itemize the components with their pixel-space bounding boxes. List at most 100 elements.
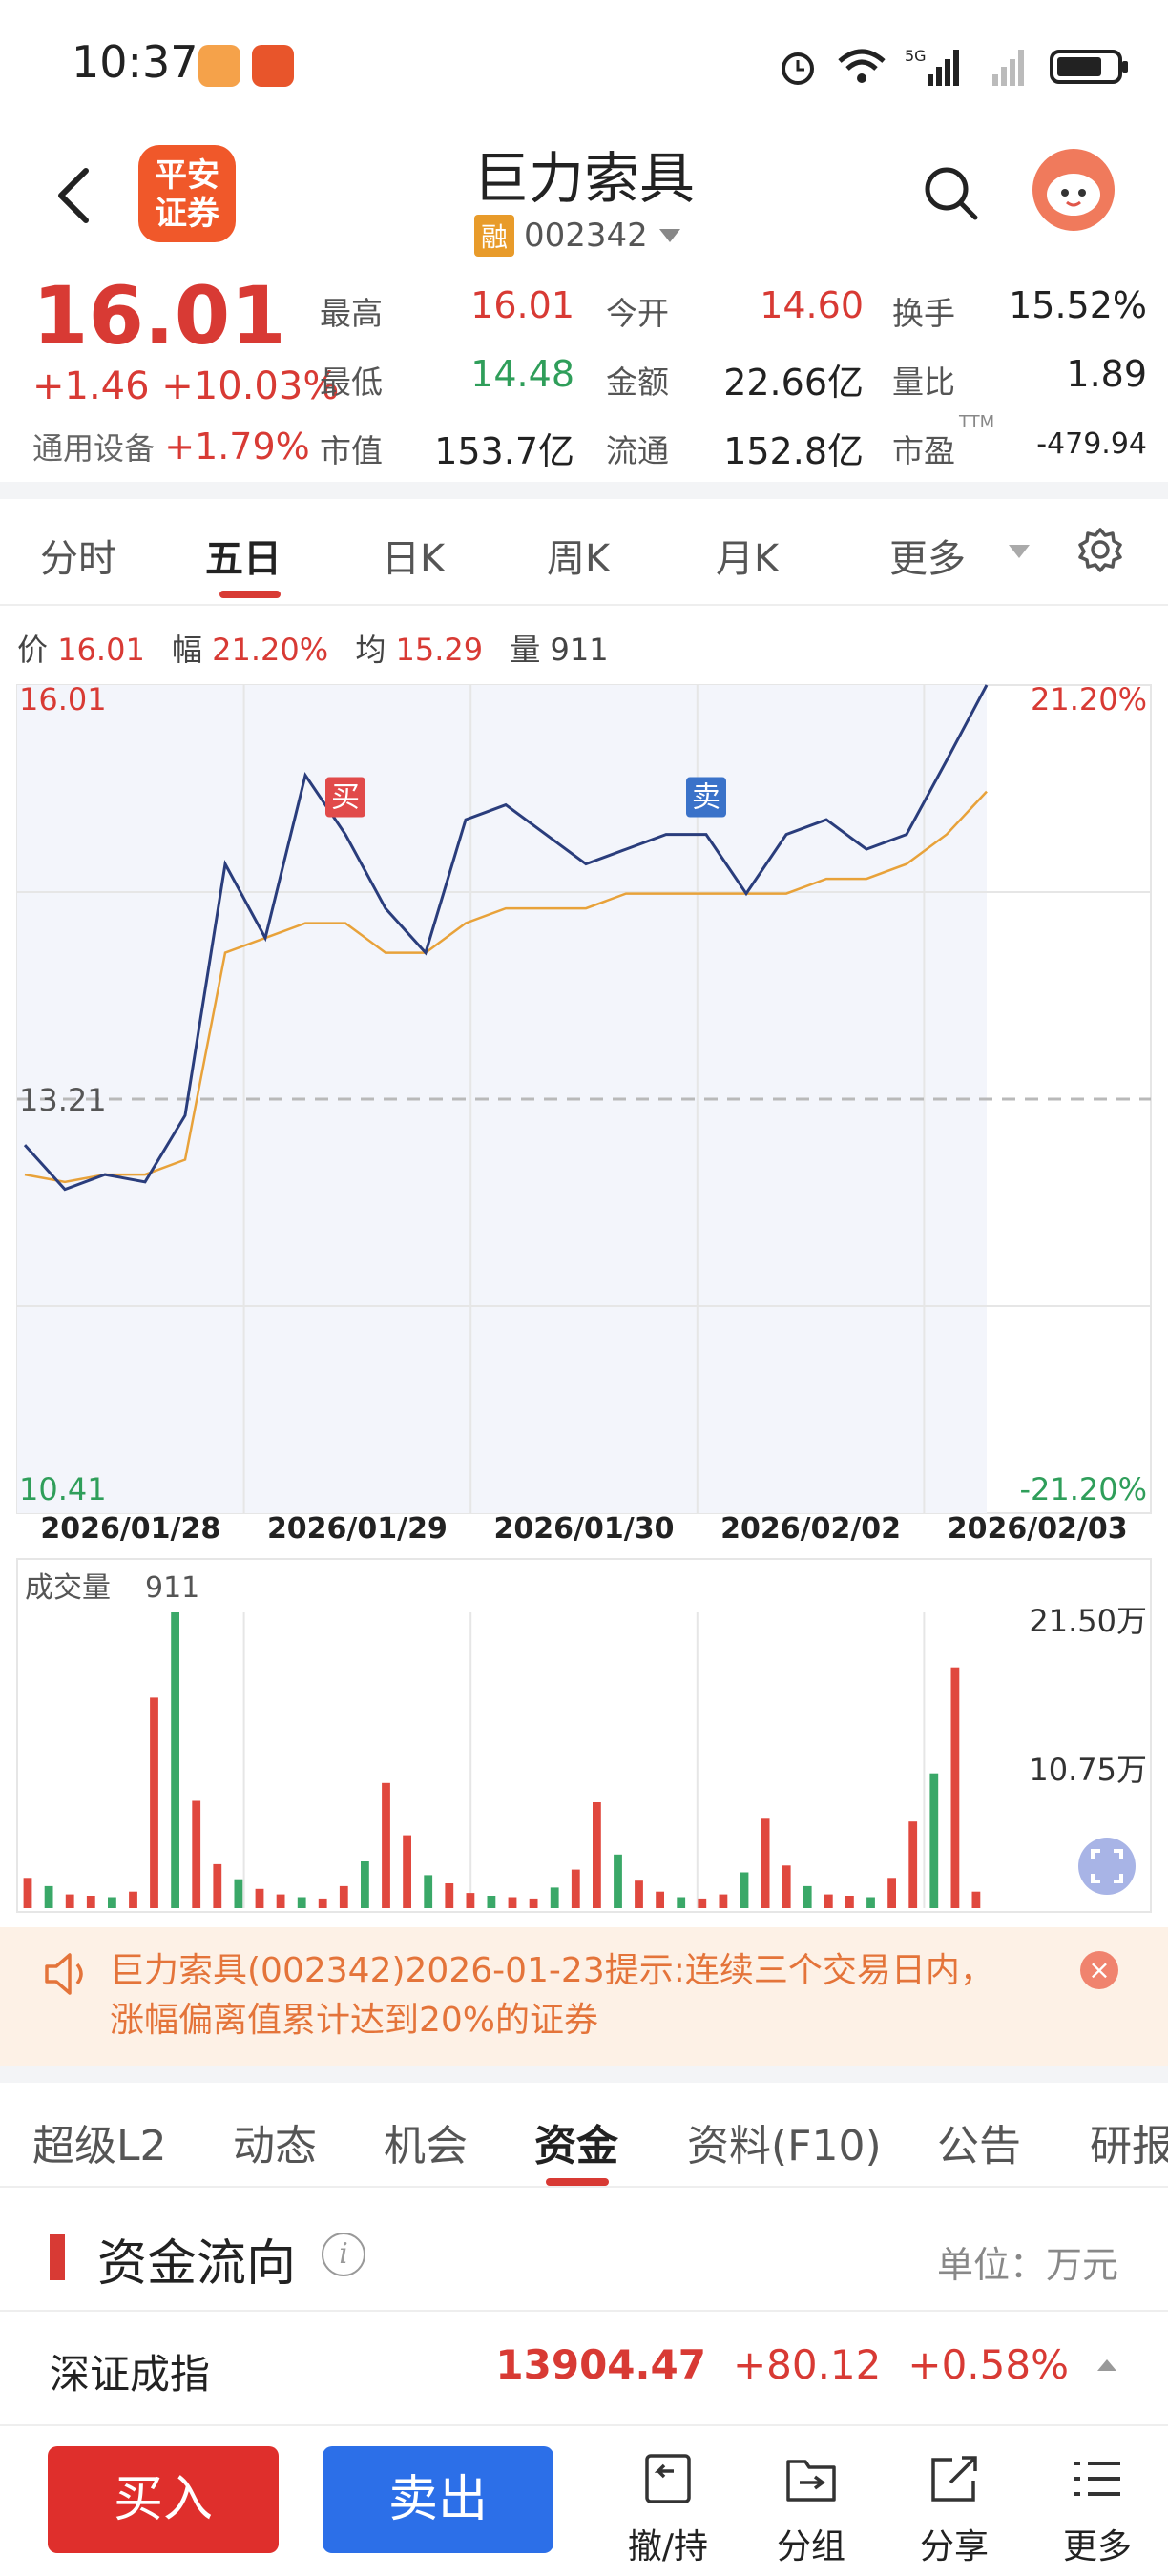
y-right-tick-top: 21.20% [1031,681,1147,717]
caret-down-icon [658,229,680,242]
tab-intraday[interactable]: 分时 [40,528,116,583]
volume-bar [740,1872,749,1908]
cancel-hold-button[interactable]: 撤/持 [611,2448,725,2568]
volume-bar [593,1802,601,1908]
buy-marker[interactable]: 买 [325,777,365,818]
stock-code: 002342 [524,217,648,255]
volume-bar [719,1894,728,1908]
assistant-face-icon [1047,174,1100,216]
x-tick-label: 2026/02/03 [948,1512,1128,1546]
chart-info-line: 价 16.01 幅 21.20% 均 15.29 量 911 [17,626,609,670]
volume-bar [297,1897,306,1908]
signal-icon [992,50,1024,86]
volume-bar [971,1891,981,1908]
cancel-hold-icon [645,2454,691,2503]
share-button[interactable]: 分享 [897,2448,1012,2568]
x-axis-ticks: 2026/01/28 2026/01/29 2026/01/30 2026/02/02… [40,1512,1127,1546]
search-icon[interactable] [922,164,979,221]
volume-label: 成交量 [25,1571,111,1605]
volume-bar [150,1697,158,1908]
svg-text:买: 买 [331,781,360,815]
volume-bar [550,1887,559,1908]
tab-weekly-k[interactable]: 周K [547,528,610,583]
info-icon[interactable]: i [322,2233,365,2276]
close-alert-button[interactable]: × [1080,1951,1118,1989]
quote-label: 市值 [320,432,383,469]
bottom-item-label: 分组 [776,2527,845,2566]
quote-label: 市盈 [892,432,955,469]
battery-icon [1050,50,1128,84]
active-tab-indicator [219,591,281,598]
volume-bar [213,1863,222,1908]
quote-label: 最高 [320,295,383,332]
volume-bar [403,1835,411,1908]
volume-bar [318,1898,327,1908]
status-icons: 5G [777,43,1130,91]
volume-bar [698,1898,707,1908]
quote-label: 流通 [606,432,669,469]
volume-frame [16,1558,1152,1913]
tab-capital[interactable]: 资金 [534,2111,618,2172]
section-divider [0,2066,1168,2083]
volume-bar [192,1800,201,1908]
tab-news-feed[interactable]: 动态 [233,2111,317,2172]
tab-five-day[interactable]: 五日 [205,528,282,583]
buy-button[interactable]: 买入 [48,2446,279,2553]
stock-name: 巨力索具 [472,146,695,211]
quote-value: 14.60 [760,284,864,326]
stock-code-selector[interactable]: 融 002342 [474,215,682,257]
sector-row[interactable]: 通用设备 +1.79% [32,425,310,468]
section-divider [0,482,1168,499]
fullscreen-button[interactable] [1078,1838,1136,1895]
tab-announcements[interactable]: 公告 [937,2111,1021,2172]
volume-bar [276,1894,285,1908]
volume-bar [887,1878,896,1908]
tab-research[interactable]: 研报 [1090,2111,1168,2172]
svg-text:5G: 5G [905,47,927,65]
quote-value: 22.66亿 [723,362,864,404]
tab-more[interactable]: 更多 [889,528,966,583]
volume-bar [950,1667,960,1908]
x-tick-label: 2026/02/02 [720,1512,901,1546]
tab-opportunity[interactable]: 机会 [384,2111,468,2172]
volume-bar [44,1885,53,1908]
bottom-item-label: 撤/持 [627,2527,709,2566]
volume-bar [761,1818,770,1908]
margin-badge: 融 [474,215,515,257]
volume-bar [571,1869,580,1908]
x-tick-label: 2026/01/28 [40,1512,220,1546]
volume-bar [86,1896,95,1908]
sell-marker[interactable]: 卖 [686,777,726,818]
signal-5g-icon: 5G [905,47,959,86]
section-accent-bar [50,2234,65,2280]
index-change: +80.12 [732,2341,882,2388]
price-change: +1.46 +10.03% [32,364,340,408]
info-price: 16.01 [57,632,145,668]
quote-value: 15.52% [1009,284,1147,326]
volume-bar [255,1888,264,1908]
more-list-icon [1074,2462,1120,2496]
five-day-price-chart[interactable]: 16.01 13.21 10.41 21.20% -21.20% 买 卖 202… [0,668,1168,1546]
volume-value: 911 [145,1571,199,1605]
group-button[interactable]: 分组 [754,2448,868,2568]
current-price: 16.01 [32,269,286,363]
index-name: 深证成指 [50,2351,211,2398]
fund-flow-title: 资金流向 [97,2235,297,2293]
tab-daily-k[interactable]: 日K [382,528,445,583]
sell-button[interactable]: 卖出 [323,2446,553,2553]
assistant-avatar[interactable] [1032,149,1115,231]
tab-f10[interactable]: 资料(F10) [687,2111,882,2172]
y-tick-top: 16.01 [19,681,107,717]
fund-flow-unit: 单位：万元 [936,2244,1118,2286]
tab-super-l2[interactable]: 超级L2 [32,2111,167,2172]
volume-bar [782,1865,791,1908]
info-tabs: 超级L2 动态 机会 资金 资料(F10) 公告 研报 [0,2083,1168,2188]
quote-label: 今开 [606,295,669,332]
settings-gear-icon[interactable] [1076,526,1124,573]
volume-bar [234,1879,243,1908]
y-tick-prev-close: 13.21 [19,1082,107,1118]
volume-bar [23,1878,32,1908]
more-button[interactable]: 更多 [1040,2448,1155,2568]
tab-monthly-k[interactable]: 月K [716,528,779,583]
range-label: 幅 [171,632,202,668]
